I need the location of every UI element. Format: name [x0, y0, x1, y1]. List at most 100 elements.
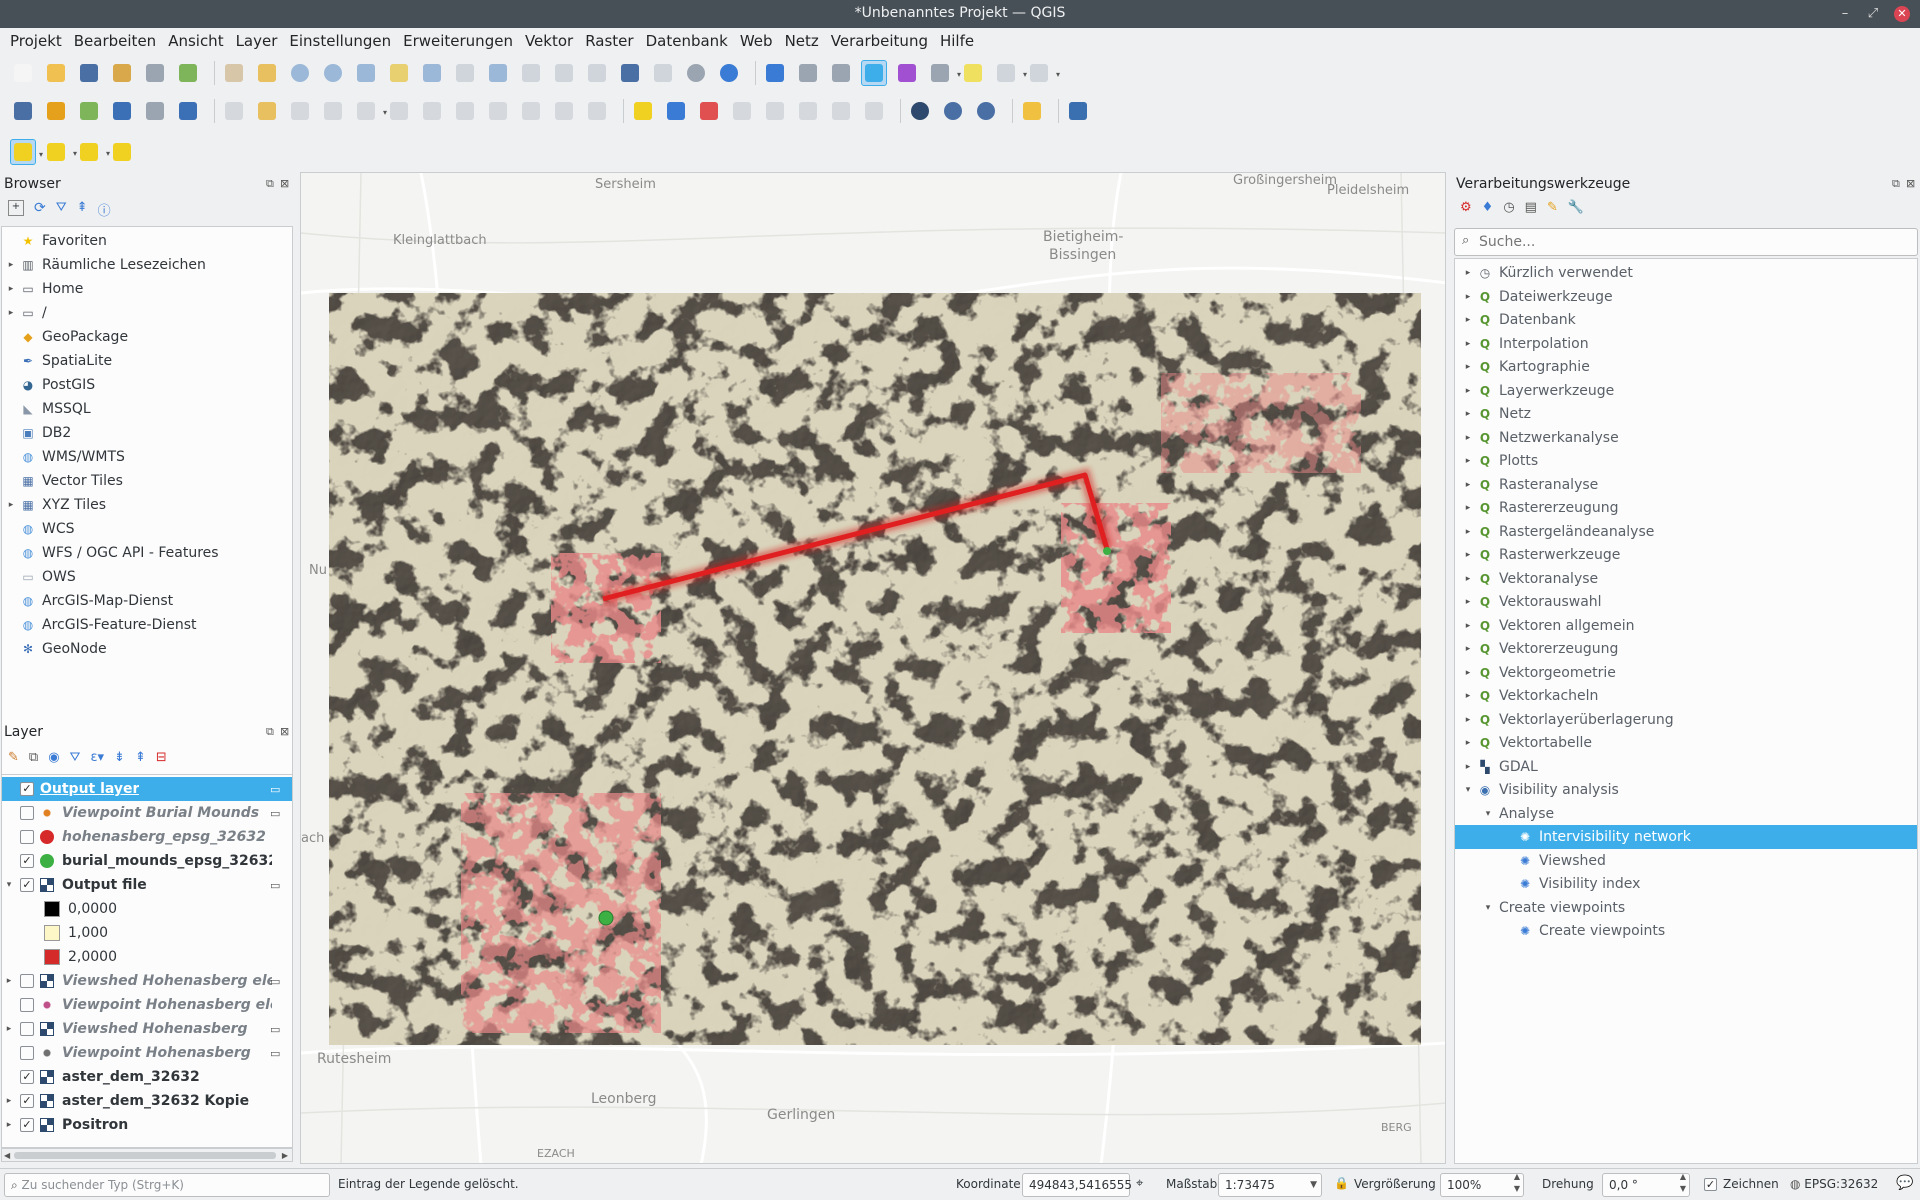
menu-item[interactable]: Erweiterungen — [397, 32, 519, 50]
label-rule-button[interactable] — [696, 98, 722, 124]
browser-item[interactable]: ▭ OWS — [2, 565, 75, 589]
processing-item[interactable]: ▸ Q Vektorauswahl — [1455, 590, 1917, 614]
show-labels-button[interactable] — [762, 98, 788, 124]
menu-item[interactable]: Projekt — [4, 32, 68, 50]
render-checkbox[interactable]: ✓ — [1704, 1177, 1717, 1191]
modify-attributes-button[interactable] — [386, 98, 412, 124]
browser-item[interactable]: ★ Favoriten — [2, 229, 107, 253]
expand-arrow-icon[interactable]: ▸ — [6, 308, 16, 318]
layer-visibility-checkbox[interactable] — [20, 1046, 34, 1060]
expand-arrow-icon[interactable]: ▸ — [1463, 292, 1473, 302]
style-icon[interactable]: ✎ — [8, 750, 19, 765]
zoom-next-button[interactable] — [518, 60, 544, 86]
save-as-button[interactable] — [109, 60, 135, 86]
layer-indicator-icon[interactable]: ▭ — [270, 975, 280, 988]
maximize-button[interactable]: ⤢ — [1862, 3, 1884, 25]
remove-layer-icon[interactable]: ⊟ — [156, 750, 167, 765]
layer-item[interactable]: Viewpoint Burial Mounds ▭ — [2, 801, 292, 825]
save-edits-button[interactable] — [287, 98, 313, 124]
expand-arrow-icon[interactable]: ▸ — [1463, 315, 1473, 325]
layer-visibility-checkbox[interactable] — [20, 998, 34, 1012]
expand-arrow-icon[interactable]: ▸ — [1463, 550, 1473, 560]
open-project-button[interactable] — [43, 60, 69, 86]
filter-icon[interactable]: ⛛ — [56, 200, 67, 219]
expand-arrow-icon[interactable]: ▸ — [4, 1096, 14, 1106]
cut-features-button[interactable] — [452, 98, 478, 124]
move-label-button[interactable] — [795, 98, 821, 124]
expand-arrow-icon[interactable]: ▸ — [1463, 644, 1473, 654]
layer-visibility-checkbox[interactable]: ✓ — [20, 1118, 34, 1132]
history-icon[interactable]: ◷ — [1503, 200, 1514, 215]
redo-button[interactable] — [584, 98, 610, 124]
layer-indicator-icon[interactable]: ▭ — [270, 879, 280, 892]
layer-item[interactable]: Viewpoint Hohenasberg elev — [2, 993, 292, 1017]
menu-item[interactable]: Web — [734, 32, 779, 50]
pan-to-selection-button[interactable] — [254, 60, 280, 86]
crs-button[interactable]: ◍ EPSG:32632 — [1790, 1177, 1878, 1191]
browser-item[interactable]: ▦ Vector Tiles — [2, 469, 123, 493]
browser-item[interactable]: ▸ ▭ Home — [2, 277, 84, 301]
layer-item[interactable]: ▾ ✓ Output file ▭ — [2, 873, 292, 897]
processing-item[interactable]: ▸ Q Rasteranalyse — [1455, 473, 1917, 497]
add-group-icon[interactable]: ⧉ — [29, 750, 38, 765]
text-annotation-button[interactable]: ▾ — [1026, 60, 1060, 86]
pan-button[interactable] — [221, 60, 247, 86]
vertex-tool-button[interactable]: ▾ — [353, 98, 387, 124]
processing-search-input[interactable] — [1479, 231, 1909, 253]
expand-arrow-icon[interactable]: ▸ — [6, 500, 16, 510]
processing-item[interactable]: ▾ ◉ Visibility analysis — [1455, 778, 1917, 802]
expand-arrow-icon[interactable]: ▸ — [1463, 409, 1473, 419]
visibility-icon[interactable]: ◉ — [48, 750, 59, 765]
refresh-button[interactable] — [716, 60, 742, 86]
expand-arrow-icon[interactable]: ▸ — [1463, 362, 1473, 372]
expand-arrow-icon[interactable]: ▸ — [1463, 456, 1473, 466]
browser-item[interactable]: ◍ WCS — [2, 517, 75, 541]
float-panel-icon[interactable]: ⧉ — [1892, 177, 1900, 191]
expand-arrow-icon[interactable]: ▾ — [1483, 903, 1493, 913]
new-3d-view-button[interactable] — [584, 60, 610, 86]
identify-button[interactable] — [762, 60, 788, 86]
expand-arrow-icon[interactable]: ▸ — [1463, 597, 1473, 607]
layer-tree-hscrollbar[interactable]: ◀ ▶ — [1, 1148, 293, 1162]
messages-icon[interactable]: 💬 — [1896, 1175, 1913, 1191]
coordinate-field[interactable]: 494843,5416555 — [1022, 1173, 1132, 1197]
expand-arrow-icon[interactable]: ▸ — [4, 1024, 14, 1034]
print-layout-button[interactable] — [142, 60, 168, 86]
layer-visibility-checkbox[interactable]: ✓ — [20, 1070, 34, 1084]
menu-item[interactable]: Einstellungen — [283, 32, 397, 50]
expand-arrow-icon[interactable]: ▸ — [6, 284, 16, 294]
add-feature-button[interactable] — [320, 98, 346, 124]
expand-arrow-icon[interactable]: ▾ — [4, 880, 14, 890]
decorations-button[interactable]: ▾ — [993, 60, 1027, 86]
edit-features-icon[interactable]: ✎ — [1547, 200, 1558, 215]
deselect-button[interactable]: ▾ — [76, 139, 110, 165]
processing-search[interactable]: ⌕ — [1454, 228, 1918, 256]
toggle-editing-button[interactable] — [254, 98, 280, 124]
expand-arrow-icon[interactable]: ▸ — [1463, 574, 1473, 584]
map-canvas[interactable]: Sersheim Großingersheim Pleidelsheim Kle… — [300, 172, 1446, 1164]
current-edits-button[interactable] — [221, 98, 247, 124]
layer-item[interactable]: Viewpoint Hohenasberg ▭ — [2, 1041, 292, 1065]
layer-item[interactable]: hohenasberg_epsg_32632 — [2, 825, 292, 849]
expand-arrow-icon[interactable]: ▸ — [1463, 503, 1473, 513]
browser-item[interactable]: ✻ GeoNode — [2, 637, 107, 661]
processing-item[interactable]: ▸ Q Rastererzeugung — [1455, 496, 1917, 520]
layer-visibility-checkbox[interactable]: ✓ — [20, 782, 34, 796]
browser-item[interactable]: ✒ SpatiaLite — [2, 349, 112, 373]
layer-visibility-checkbox[interactable] — [20, 830, 34, 844]
browser-item[interactable]: ▸ ▭ / — [2, 301, 47, 325]
info-icon[interactable]: ⓘ — [98, 200, 111, 219]
layer-item[interactable]: ✓ Output layer ▭ — [2, 777, 292, 801]
legend-item[interactable]: 1,000 — [2, 921, 292, 945]
layer-indicator-icon[interactable]: ▭ — [270, 1047, 280, 1060]
menu-item[interactable]: Bearbeiten — [68, 32, 162, 50]
zoom-in-button[interactable] — [287, 60, 313, 86]
diagram-button[interactable] — [663, 98, 689, 124]
layer-indicator-icon[interactable]: ▭ — [270, 807, 280, 820]
processing-item[interactable]: ▸ Q Vektoranalyse — [1455, 567, 1917, 591]
expand-arrow-icon[interactable]: ▸ — [1463, 762, 1473, 772]
layer-visibility-checkbox[interactable] — [20, 1022, 34, 1036]
data-source-manager-button[interactable] — [10, 98, 36, 124]
python-console-button[interactable] — [1019, 98, 1045, 124]
menu-item[interactable]: Datenbank — [640, 32, 734, 50]
